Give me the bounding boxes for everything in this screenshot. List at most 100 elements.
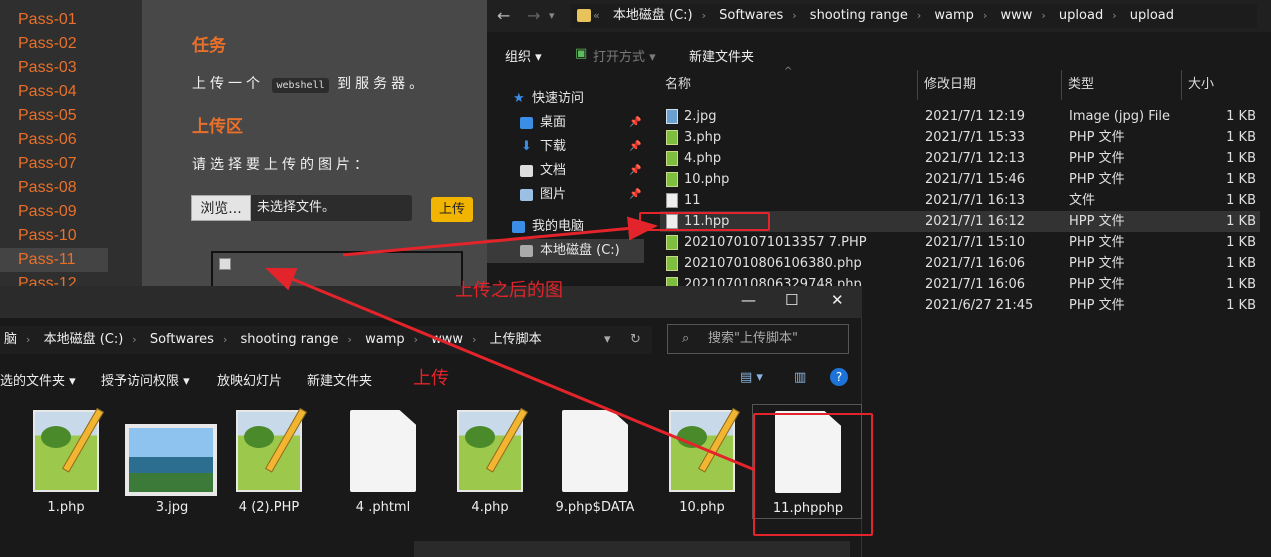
file-tile[interactable]: 9.php$DATA [540,404,650,519]
pin-icon[interactable]: 📌 [629,111,641,135]
crumb-shooting-range[interactable]: shooting range [240,332,338,347]
preview-pane-icon[interactable]: ▥ [794,370,806,385]
file-tile[interactable]: 10.php [647,404,757,519]
new-folder-button[interactable]: 新建文件夹 [307,370,372,389]
column-header-type[interactable]: 类型 [1062,70,1182,100]
notepad-icon [666,151,678,166]
file-tile[interactable]: 1.php [11,404,121,519]
image-thumbnail [125,424,217,496]
new-folder-button[interactable]: 新建文件夹 [689,46,754,65]
crumb-wamp[interactable]: wamp [934,8,974,23]
minimize-icon[interactable]: — [741,291,756,309]
crumb-softwares[interactable]: Softwares [150,332,214,347]
crumb-local-disk[interactable]: 本地磁盘 (C:) [44,332,124,347]
pin-icon[interactable]: 📌 [629,159,641,183]
file-date: 2021/7/1 16:13 [925,193,1025,208]
sidebar-item-pass-07[interactable]: Pass-07 [0,152,142,176]
search-icon: ⌕ [682,331,690,346]
crumb-shooting-range[interactable]: shooting range [810,8,908,23]
file-icon [666,193,678,208]
file-size: 1 KB [1226,130,1256,145]
notepad-icon [666,172,678,187]
table-row[interactable]: 3.php 2021/7/1 15:33 PHP 文件 1 KB [660,127,1260,148]
maximize-icon[interactable]: ☐ [785,291,798,309]
crumb-upload[interactable]: upload [1059,8,1103,23]
drive-icon [520,245,533,257]
nav-quick-access[interactable]: ★ 快速访问 [487,87,644,111]
file-type: PHP 文件 [1069,298,1125,313]
crumb-upload-scripts[interactable]: 上传脚本 [490,332,542,347]
recent-dropdown-icon[interactable]: ▾ [549,9,555,22]
nav-downloads[interactable]: ⬇ 下载 📌 [487,135,644,159]
table-row[interactable]: 20210701071013357 7.PHP 2021/7/1 15:10 P… [660,232,1260,253]
table-row[interactable]: 10.php 2021/7/1 15:46 PHP 文件 1 KB [660,169,1260,190]
sidebar-item-pass-03[interactable]: Pass-03 [0,56,142,80]
sidebar-item-pass-09[interactable]: Pass-09 [0,200,142,224]
nav-this-pc[interactable]: 我的电脑 [487,215,644,239]
organize-button[interactable]: 组织 ▾ [505,46,542,65]
search-placeholder: 搜索"上传脚本" [708,331,798,346]
column-header-size[interactable]: 大小 [1182,70,1268,100]
open-with-button[interactable]: 打开方式 ▾ [593,46,656,65]
file-tile[interactable]: 4 (2).PHP [214,404,324,519]
crumb-www[interactable]: www [431,332,463,347]
table-row[interactable]: 202107010806106380.php 2021/7/1 16:06 PH… [660,253,1260,274]
sidebar-item-pass-02[interactable]: Pass-02 [0,32,142,56]
view-options-icon[interactable]: ▤ ▾ [740,370,763,385]
task-text-post: 到服务器。 [337,76,428,92]
sidebar-item-pass-08[interactable]: Pass-08 [0,176,142,200]
selected-folder-button[interactable]: 选的文件夹 ▾ [0,370,76,389]
pin-icon[interactable]: 📌 [629,135,641,159]
nav-pictures[interactable]: 图片 📌 [487,183,644,207]
organize-label: 组织 [505,50,532,65]
file-date: 2021/7/1 15:46 [925,172,1025,187]
table-row[interactable]: 11 2021/7/1 16:13 文件 1 KB [660,190,1260,211]
back-arrow-icon[interactable]: ← [497,6,510,25]
overflow-chevron-icon[interactable]: « [593,9,600,22]
nav-desktop[interactable]: 桌面 📌 [487,111,644,135]
breadcrumb[interactable]: 脑 › 本地磁盘 (C:) › Softwares › shooting range ›… [0,326,652,354]
crumb-sep-icon: › [26,333,31,346]
nav-local-disk[interactable]: 本地磁盘 (C:) [487,239,644,263]
crumb-www[interactable]: www [1000,8,1032,23]
pin-icon[interactable]: 📌 [629,183,641,207]
nav-label: 我的电脑 [532,219,585,234]
column-header-date[interactable]: 修改日期 [918,70,1062,100]
crumb-softwares[interactable]: Softwares [719,8,783,23]
slideshow-button[interactable]: 放映幻灯片 [217,370,282,389]
help-icon[interactable]: ? [830,368,848,386]
sidebar-item-pass-11[interactable]: Pass-11 [0,248,108,272]
table-row[interactable]: 4.php 2021/7/1 12:13 PHP 文件 1 KB [660,148,1260,169]
search-input[interactable]: ⌕ 搜索"上传脚本" [667,324,849,354]
file-name: 11 [684,193,701,208]
crumb-pc[interactable]: 脑 [4,332,17,347]
sidebar-item-pass-06[interactable]: Pass-06 [0,128,142,152]
forward-arrow-icon[interactable]: → [527,6,540,25]
refresh-icon[interactable]: ↻ [630,326,641,354]
file-type: PHP 文件 [1069,235,1125,250]
browse-button[interactable]: 浏览... [191,195,251,221]
table-row[interactable]: 2.jpg 2021/7/1 12:19 Image (jpg) File 1 … [660,106,1260,127]
sidebar-item-pass-01[interactable]: Pass-01 [0,8,142,32]
crumb-local-disk[interactable]: 本地磁盘 (C:) [613,8,693,23]
file-date: 2021/7/1 12:13 [925,151,1025,166]
close-icon[interactable]: ✕ [831,291,844,309]
sidebar-item-pass-04[interactable]: Pass-04 [0,80,142,104]
file-tile[interactable]: 4 .phtml [328,404,438,519]
crumb-sep-icon: › [472,333,477,346]
notepad-icon [669,408,740,492]
crumb-wamp[interactable]: wamp [365,332,405,347]
upload-button[interactable]: 上传 [431,197,473,222]
grant-access-button[interactable]: 授予访问权限 ▾ [101,370,190,389]
sidebar-item-pass-10[interactable]: Pass-10 [0,224,142,248]
file-tile[interactable]: 3.jpg [117,404,227,519]
breadcrumb[interactable]: « 本地磁盘 (C:) › Softwares › shooting range › … [571,4,1257,28]
file-input[interactable]: 浏览... 未选择文件。 [191,195,412,221]
file-tile[interactable]: 4.php [435,404,545,519]
chevron-down-icon[interactable]: ▾ [604,326,611,354]
sidebar-item-pass-05[interactable]: Pass-05 [0,104,142,128]
crumb-upload-current[interactable]: upload [1130,8,1174,23]
star-icon: ★ [513,91,525,106]
nav-documents[interactable]: 文档 📌 [487,159,644,183]
landscape-picture [129,428,213,492]
